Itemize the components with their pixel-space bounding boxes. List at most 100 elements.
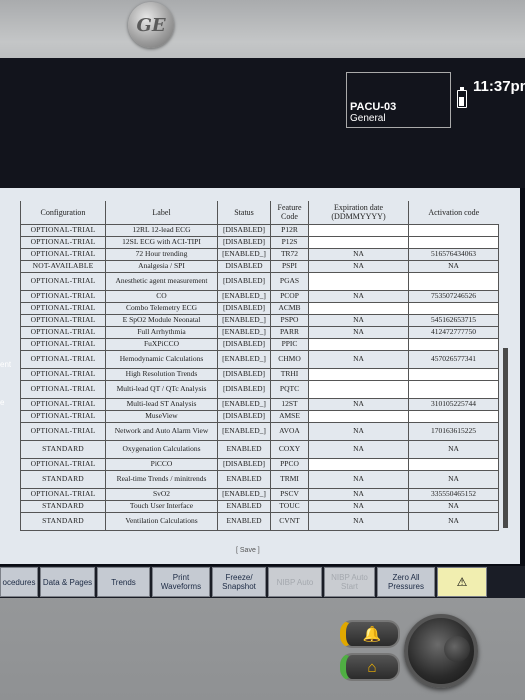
alarm-bell-icon[interactable]: 🔔 bbox=[340, 620, 400, 648]
status-cell[interactable]: [ENABLED_] bbox=[217, 313, 271, 327]
home-icon[interactable]: ⌂ bbox=[340, 653, 400, 681]
activation-cell: 335550465152 bbox=[408, 487, 499, 501]
activation-cell bbox=[408, 235, 499, 249]
status-cell[interactable]: [DISABLED] bbox=[217, 367, 271, 381]
table-row[interactable]: OPTIONAL-TRIAL CO [ENABLED_] PCOP NA 75350724… bbox=[20, 289, 499, 303]
status-cell[interactable]: [DISABLED] bbox=[217, 409, 271, 423]
column-header: Feature Code bbox=[270, 201, 309, 224]
code-cell: 12ST bbox=[270, 397, 309, 411]
code-cell: TRMI bbox=[270, 469, 309, 489]
table-row[interactable]: STANDARD Ventilation Calculations ENABLED C… bbox=[20, 511, 499, 531]
softkey-button[interactable]: Zero All Pressures bbox=[377, 567, 435, 597]
clock: 11:37pm bbox=[473, 78, 525, 95]
table-row[interactable]: OPTIONAL-TRIAL Anesthetic agent measureme… bbox=[20, 271, 499, 291]
table-row[interactable]: OPTIONAL-TRIAL Hemodynamic Calculations [E… bbox=[20, 349, 499, 369]
activation-cell bbox=[408, 337, 499, 351]
expiration-cell: NA bbox=[308, 499, 409, 513]
unit-info[interactable]: PACU-03 General bbox=[346, 72, 451, 128]
expiration-cell bbox=[308, 379, 409, 399]
table-row[interactable]: OPTIONAL-TRIAL Multi-lead ST Analysis [ENA… bbox=[20, 397, 499, 411]
softkey-button[interactable]: Data & Pages bbox=[40, 567, 95, 597]
activation-cell bbox=[408, 457, 499, 471]
code-cell: PQTC bbox=[270, 379, 309, 399]
table-row[interactable]: OPTIONAL-TRIAL MuseView [DISABLED] AMSE bbox=[20, 409, 499, 423]
table-row[interactable]: OPTIONAL-TRIAL FuXPiCCO [DISABLED] PPIC bbox=[20, 337, 499, 351]
status-cell[interactable]: ENABLED bbox=[217, 499, 271, 513]
status-cell[interactable]: [ENABLED_] bbox=[217, 487, 271, 501]
table-row[interactable]: OPTIONAL-TRIAL High Resolution Trends [DIS… bbox=[20, 367, 499, 381]
code-cell: PARR bbox=[270, 325, 309, 339]
alarm-icon[interactable]: ⚠ bbox=[437, 567, 487, 597]
config-cell: OPTIONAL-TRIAL bbox=[20, 313, 106, 327]
status-cell[interactable]: ENABLED bbox=[217, 469, 271, 489]
table-row[interactable]: OPTIONAL-TRIAL PiCCO [DISABLED] PPCO bbox=[20, 457, 499, 471]
table-row[interactable]: OPTIONAL-TRIAL 72 Hour trending [ENABLED_]… bbox=[20, 247, 499, 261]
trim-knob[interactable] bbox=[404, 614, 478, 688]
table-row[interactable]: NOT-AVAILABLE Analgesia / SPI DISABLED PSPI… bbox=[20, 259, 499, 273]
config-cell: OPTIONAL-TRIAL bbox=[20, 421, 106, 441]
config-cell: OPTIONAL-TRIAL bbox=[20, 457, 106, 471]
status-cell[interactable]: ENABLED bbox=[217, 439, 271, 459]
table-row[interactable]: STANDARD Touch User Interface ENABLED TOUC N… bbox=[20, 499, 499, 513]
code-cell: PGAS bbox=[270, 271, 309, 291]
label-cell: 72 Hour trending bbox=[105, 247, 218, 261]
expiration-cell bbox=[308, 223, 409, 237]
expiration-cell: NA bbox=[308, 349, 409, 369]
logo-text: GE bbox=[136, 14, 166, 36]
status-cell[interactable]: [DISABLED] bbox=[217, 271, 271, 291]
expiration-cell: NA bbox=[308, 247, 409, 261]
scrollbar[interactable] bbox=[503, 348, 508, 528]
status-cell[interactable]: ENABLED bbox=[217, 511, 271, 531]
expiration-cell: NA bbox=[308, 259, 409, 273]
table-row[interactable]: OPTIONAL-TRIAL Network and Auto Alarm Vie… bbox=[20, 421, 499, 441]
save-button[interactable]: [ Save ] bbox=[236, 547, 260, 554]
table-row[interactable]: OPTIONAL-TRIAL SvO2 [ENABLED_] PSCV NA 335550… bbox=[20, 487, 499, 501]
status-cell[interactable]: [DISABLED] bbox=[217, 223, 271, 237]
expiration-cell bbox=[308, 409, 409, 423]
softkey-button[interactable]: ocedures bbox=[0, 567, 38, 597]
activation-cell bbox=[408, 409, 499, 423]
table-row[interactable]: OPTIONAL-TRIAL Combo Telemetry ECG [DISABL… bbox=[20, 301, 499, 315]
label-cell: Analgesia / SPI bbox=[105, 259, 218, 273]
expiration-cell: NA bbox=[308, 469, 409, 489]
table-row[interactable]: STANDARD Oxygenation Calculations ENABLED C… bbox=[20, 439, 499, 459]
status-cell[interactable]: [ENABLED_] bbox=[217, 289, 271, 303]
table-row[interactable]: STANDARD Real-time Trends / minitrends ENA… bbox=[20, 469, 499, 489]
column-header: Status bbox=[217, 201, 271, 224]
expiration-cell: NA bbox=[308, 439, 409, 459]
label-cell: Touch User Interface bbox=[105, 499, 218, 513]
status-cell[interactable]: [DISABLED] bbox=[217, 235, 271, 249]
status-cell[interactable]: [ENABLED_] bbox=[217, 325, 271, 339]
activation-cell: 170163615225 bbox=[408, 421, 499, 441]
activation-cell bbox=[408, 367, 499, 381]
status-cell[interactable]: [ENABLED_] bbox=[217, 349, 271, 369]
status-cell[interactable]: [ENABLED_] bbox=[217, 247, 271, 261]
table-row[interactable]: OPTIONAL-TRIAL 12SL ECG with ACI-TIPI [DIS… bbox=[20, 235, 499, 249]
table-row[interactable]: OPTIONAL-TRIAL Multi-lead QT / QTc Analys… bbox=[20, 379, 499, 399]
expiration-cell: NA bbox=[308, 487, 409, 501]
softkey-button[interactable]: Freeze/ Snapshot bbox=[212, 567, 266, 597]
column-header: Configuration bbox=[20, 201, 106, 224]
config-cell: STANDARD bbox=[20, 469, 106, 489]
status-cell[interactable]: [DISABLED] bbox=[217, 301, 271, 315]
status-cell[interactable]: [ENABLED_] bbox=[217, 397, 271, 411]
top-bar: PACU-03 General 11:37pm bbox=[0, 58, 525, 188]
config-cell: STANDARD bbox=[20, 499, 106, 513]
table-row[interactable]: OPTIONAL-TRIAL Full Arrhythmia [ENABLED_] P… bbox=[20, 325, 499, 339]
code-cell: TOUC bbox=[270, 499, 309, 513]
hardware-buttons: 🔔 ⌂ bbox=[340, 620, 410, 690]
activation-cell: 310105225744 bbox=[408, 397, 499, 411]
status-cell[interactable]: DISABLED bbox=[217, 259, 271, 273]
status-cell[interactable]: [DISABLED] bbox=[217, 379, 271, 399]
status-cell[interactable]: [DISABLED] bbox=[217, 337, 271, 351]
table-row[interactable]: OPTIONAL-TRIAL 12RL 12-lead ECG [DISABLED]… bbox=[20, 223, 499, 237]
software-options-dialog: Configuration Label Status Feature Code Expi… bbox=[0, 188, 520, 564]
softkey-button[interactable]: Trends bbox=[97, 567, 150, 597]
softkey-button[interactable]: Print Waveforms bbox=[152, 567, 210, 597]
expiration-cell: NA bbox=[308, 397, 409, 411]
table-row[interactable]: OPTIONAL-TRIAL E SpO2 Module Neonatal [ENA… bbox=[20, 313, 499, 327]
status-cell[interactable]: [DISABLED] bbox=[217, 457, 271, 471]
label-cell: PiCCO bbox=[105, 457, 218, 471]
status-cell[interactable]: [ENABLED_] bbox=[217, 421, 271, 441]
label-cell: Network and Auto Alarm View bbox=[105, 421, 218, 441]
